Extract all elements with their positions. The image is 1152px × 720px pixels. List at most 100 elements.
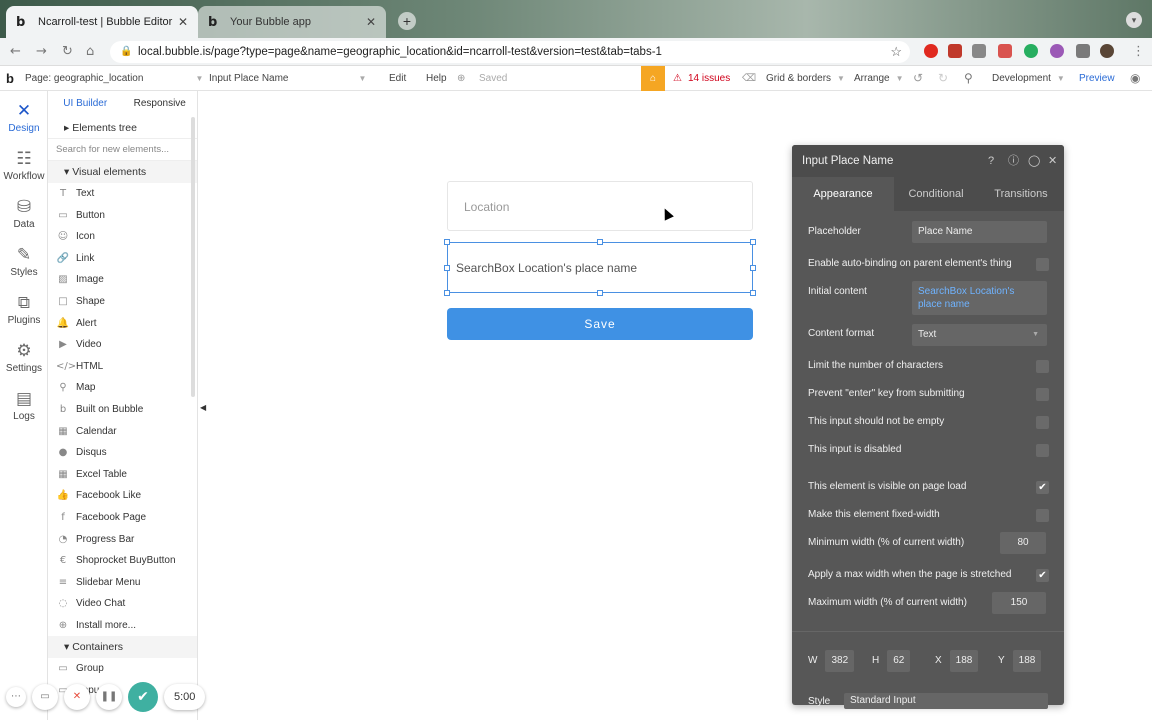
nav-settings[interactable]: ⚙ Settings bbox=[0, 341, 48, 374]
avatar[interactable] bbox=[1100, 44, 1114, 58]
close-tab-icon[interactable]: ✕ bbox=[366, 15, 376, 29]
extension-icon[interactable] bbox=[998, 44, 1012, 58]
panel-header[interactable]: Input Place Name ? ⓘ ◯ ✕ bbox=[792, 145, 1064, 177]
palette-item-video[interactable]: ▶ Video bbox=[48, 334, 197, 356]
elements-tree-toggle[interactable]: ▸ Elements tree bbox=[48, 117, 197, 139]
palette-item-disqus[interactable]: ● Disqus bbox=[48, 442, 197, 464]
fixed-width-checkbox[interactable] bbox=[1036, 509, 1049, 522]
undo-icon[interactable]: ↺ bbox=[913, 66, 923, 91]
new-tab-icon[interactable]: + bbox=[398, 12, 416, 30]
more-icon[interactable]: ⋯ bbox=[6, 687, 26, 707]
palette-item-video-chat[interactable]: ◌ Video Chat bbox=[48, 593, 197, 615]
collapse-palette-icon[interactable]: ◀ bbox=[200, 403, 206, 412]
x-field[interactable]: X 188 bbox=[935, 650, 979, 672]
nav-data[interactable]: ⛁ Data bbox=[0, 197, 48, 230]
not-empty-checkbox[interactable] bbox=[1036, 416, 1049, 429]
y-field[interactable]: Y 188 bbox=[998, 650, 1042, 672]
resize-handle[interactable] bbox=[444, 239, 450, 245]
edit-menu[interactable]: Edit bbox=[389, 66, 406, 91]
nav-logs[interactable]: ▤ Logs bbox=[0, 389, 48, 422]
limit-chars-checkbox[interactable] bbox=[1036, 360, 1049, 373]
width-field[interactable]: W 382 bbox=[808, 650, 855, 672]
palette-item-built-on-bubble[interactable]: b Built on Bubble bbox=[48, 399, 197, 421]
bookmark-star-icon[interactable]: ☆ bbox=[890, 41, 902, 63]
palette-item-facebook-page[interactable]: f Facebook Page bbox=[48, 507, 197, 529]
tab-conditional[interactable]: Conditional bbox=[894, 177, 978, 211]
tab-your-bubble-app[interactable]: b Your Bubble app ✕ bbox=[198, 6, 386, 38]
palette-item-map[interactable]: ⚲ Map bbox=[48, 377, 197, 399]
nav-workflow[interactable]: ☷ Workflow bbox=[0, 149, 48, 182]
max-width-stretch-checkbox[interactable]: ✔ bbox=[1036, 569, 1049, 582]
account-icon[interactable]: ◉ bbox=[1130, 66, 1140, 91]
extension-icon[interactable] bbox=[1024, 44, 1038, 58]
save-button[interactable]: Save bbox=[447, 308, 753, 340]
style-dropdown[interactable]: Standard Input bbox=[844, 693, 1048, 709]
max-width-input[interactable]: 150 bbox=[992, 592, 1046, 614]
grid-borders-menu[interactable]: Grid & borders ▼ bbox=[766, 66, 845, 91]
pause-icon[interactable]: ❚❚ bbox=[96, 684, 122, 710]
nav-design[interactable]: ✕ Design bbox=[0, 101, 48, 134]
extensions-puzzle-icon[interactable] bbox=[1076, 44, 1090, 58]
resize-handle[interactable] bbox=[444, 265, 450, 271]
visible-on-load-checkbox[interactable]: ✔ bbox=[1036, 481, 1049, 494]
content-format-dropdown[interactable]: Text ▼ bbox=[912, 324, 1047, 346]
comment-icon[interactable]: ◯ bbox=[1028, 145, 1040, 177]
extension-icon[interactable] bbox=[972, 44, 986, 58]
palette-item-link[interactable]: 🔗 Link bbox=[48, 248, 197, 270]
camera-icon[interactable]: ▭ bbox=[32, 684, 58, 710]
help-menu[interactable]: Help bbox=[426, 66, 447, 91]
tab-transitions[interactable]: Transitions bbox=[978, 177, 1064, 211]
cancel-icon[interactable]: ✕ bbox=[64, 684, 90, 710]
resize-handle[interactable] bbox=[444, 290, 450, 296]
gift-icon[interactable]: ⌂ bbox=[641, 66, 665, 91]
nav-plugins[interactable]: ⧉ Plugins bbox=[0, 293, 48, 326]
url-field[interactable]: 🔒 local.bubble.is/page?type=page&name=ge… bbox=[110, 41, 910, 63]
tab-ui-builder[interactable]: UI Builder bbox=[48, 91, 123, 117]
palette-item-install-more[interactable]: ⊕ Install more... bbox=[48, 615, 197, 637]
palette-item-icon[interactable]: ☺ Icon bbox=[48, 226, 197, 248]
palette-item-group[interactable]: ▭ Group bbox=[48, 658, 197, 680]
extension-icon[interactable] bbox=[1050, 44, 1064, 58]
prevent-enter-checkbox[interactable] bbox=[1036, 388, 1049, 401]
redo-icon[interactable]: ↻ bbox=[938, 66, 948, 91]
back-icon[interactable]: ← bbox=[10, 44, 21, 59]
opera-extension-icon[interactable] bbox=[924, 44, 938, 58]
finish-recording-icon[interactable]: ✔ bbox=[128, 682, 158, 712]
autobinding-checkbox[interactable] bbox=[1036, 258, 1049, 271]
upload-icon[interactable]: ⊕ bbox=[457, 66, 465, 91]
location-searchbox[interactable]: Location bbox=[447, 181, 753, 231]
reload-icon[interactable]: ↻ bbox=[62, 44, 73, 59]
place-name-input[interactable]: SearchBox Location's place name bbox=[447, 242, 753, 293]
arrange-menu[interactable]: Arrange ▼ bbox=[854, 66, 904, 91]
resize-handle[interactable] bbox=[597, 239, 603, 245]
tab-responsive[interactable]: Responsive bbox=[123, 91, 198, 117]
info-icon[interactable]: ⓘ bbox=[1008, 145, 1019, 177]
close-icon[interactable]: ✕ bbox=[1048, 145, 1057, 177]
palette-item-progress-bar[interactable]: ◔ Progress Bar bbox=[48, 529, 197, 551]
palette-item-text[interactable]: T Text bbox=[48, 183, 197, 205]
placeholder-input[interactable]: Place Name bbox=[912, 221, 1047, 243]
tab-bubble-editor[interactable]: b Ncarroll-test | Bubble Editor ✕ bbox=[6, 6, 198, 38]
palette-item-button[interactable]: ▭ Button bbox=[48, 205, 197, 227]
help-icon[interactable]: ? bbox=[988, 145, 994, 177]
min-width-input[interactable]: 80 bbox=[1000, 532, 1046, 554]
eraser-icon[interactable]: ⌫ bbox=[742, 66, 756, 91]
browser-menu-icon[interactable]: ⋮ bbox=[1132, 44, 1145, 59]
palette-item-slidebar-menu[interactable]: ≡ Slidebar Menu bbox=[48, 572, 197, 594]
initial-content-expression[interactable]: SearchBox Location's place name bbox=[912, 281, 1047, 315]
tab-appearance[interactable]: Appearance bbox=[792, 177, 894, 211]
containers-section[interactable]: ▾ Containers bbox=[48, 636, 197, 659]
palette-item-shape[interactable]: □ Shape bbox=[48, 291, 197, 313]
page-selector[interactable]: Page: geographic_location ▼ bbox=[25, 66, 203, 91]
palette-item-calendar[interactable]: ▦ Calendar bbox=[48, 421, 197, 443]
palette-scrollbar[interactable] bbox=[191, 117, 195, 397]
palette-item-excel-table[interactable]: ▦ Excel Table bbox=[48, 464, 197, 486]
search-icon[interactable]: ⚲ bbox=[964, 66, 973, 91]
palette-item-shoprocket-buybutton[interactable]: € Shoprocket BuyButton bbox=[48, 550, 197, 572]
element-selector[interactable]: Input Place Name ▼ bbox=[209, 66, 366, 91]
element-search-input[interactable]: Search for new elements... bbox=[48, 139, 197, 161]
visual-elements-section[interactable]: ▾ Visual elements bbox=[48, 161, 197, 183]
extension-icon[interactable] bbox=[948, 44, 962, 58]
issues-count[interactable]: 14 issues bbox=[688, 66, 730, 91]
forward-icon[interactable]: → bbox=[36, 44, 47, 59]
